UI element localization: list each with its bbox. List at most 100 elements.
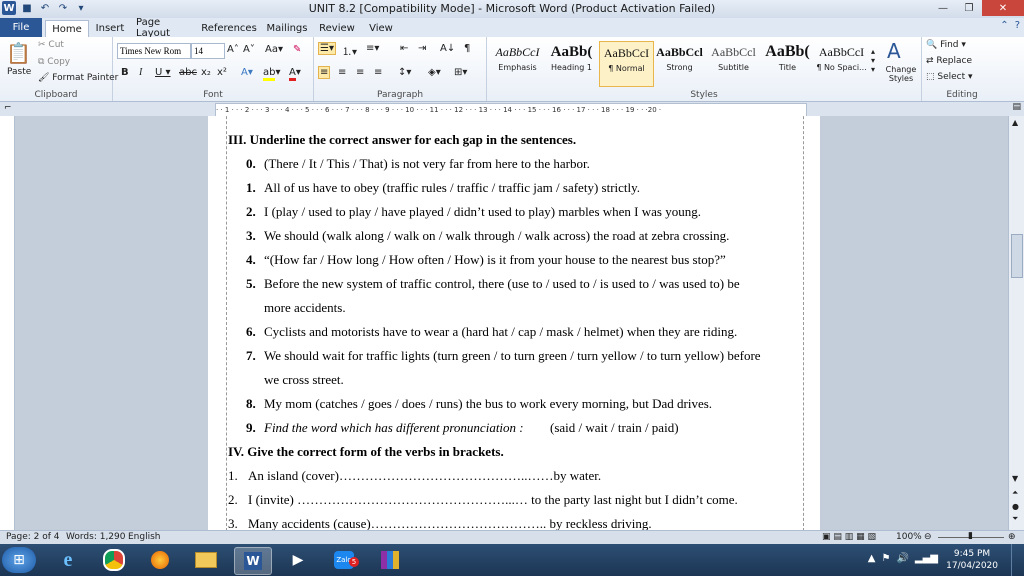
list-item: Cyclists and motorists have to wear a (h… bbox=[264, 324, 738, 339]
chrome-icon[interactable] bbox=[96, 547, 132, 573]
style-no-spacing[interactable]: AaBbCcI ¶ No Spaci... bbox=[815, 41, 868, 85]
subscript-icon[interactable]: x₂ bbox=[201, 67, 211, 78]
language[interactable]: English bbox=[128, 532, 161, 542]
replace-button[interactable]: ⇄ Replace bbox=[926, 56, 972, 66]
font-size-select[interactable]: 14 bbox=[191, 43, 225, 59]
decrease-indent-icon[interactable]: ⇤ bbox=[400, 43, 408, 54]
clock[interactable]: 9:45 PM 17/04/2020 bbox=[946, 548, 998, 572]
close-icon[interactable]: ✕ bbox=[982, 0, 1024, 16]
show-hidden-icons-icon[interactable]: ▲ bbox=[868, 553, 876, 564]
firefox-icon[interactable] bbox=[142, 547, 178, 573]
style-subtitle[interactable]: AaBbCcl Subtitle bbox=[707, 41, 760, 85]
tab-page-layout[interactable]: Page Layout bbox=[136, 17, 192, 39]
styles-scroll-icon[interactable]: ▴ ▾ ▾ bbox=[871, 47, 875, 74]
shrink-font-icon[interactable]: A˅ bbox=[243, 44, 255, 55]
align-center-icon[interactable]: ≡ bbox=[338, 67, 346, 78]
align-right-icon[interactable]: ≡ bbox=[356, 67, 364, 78]
next-page-icon[interactable]: ⏷ bbox=[1012, 514, 1018, 524]
select-browse-object-icon[interactable]: ● bbox=[1012, 502, 1019, 511]
document-page[interactable]: III. Underline the correct answer for ea… bbox=[208, 116, 820, 530]
style-normal[interactable]: AaBbCcI ¶ Normal bbox=[599, 41, 654, 87]
zoom-level[interactable]: 100% bbox=[896, 532, 922, 542]
bullets-icon[interactable]: ☰▾ bbox=[318, 42, 336, 55]
underline-icon[interactable]: U ▾ bbox=[155, 67, 171, 78]
zoom-slider-handle[interactable]: ▮ bbox=[968, 531, 973, 541]
style-heading-1[interactable]: AaBb(Heading 1 bbox=[545, 41, 598, 85]
start-button-icon[interactable]: ⊞ bbox=[2, 547, 36, 573]
network-icon[interactable]: ▂▄▆ bbox=[915, 553, 938, 564]
zoom-in-icon[interactable]: ⊕ bbox=[1008, 532, 1016, 542]
cut-button[interactable]: ✂ Cut bbox=[38, 40, 64, 50]
zalo-icon[interactable]: Zalo 5 bbox=[326, 547, 362, 573]
help-icon[interactable]: ? bbox=[1015, 20, 1020, 31]
tab-file[interactable]: File bbox=[0, 18, 42, 37]
superscript-icon[interactable]: x² bbox=[217, 67, 227, 78]
media-player-icon[interactable]: ▶ bbox=[280, 547, 316, 573]
font-group: Times New Rom 14 A˄ A˅ Aa▾ ✎ B I U ▾ abc… bbox=[113, 37, 314, 101]
internet-explorer-icon[interactable]: e bbox=[50, 547, 86, 573]
clear-formatting-icon[interactable]: ✎ bbox=[293, 44, 301, 55]
select-button[interactable]: ⬚ Select ▾ bbox=[926, 72, 973, 82]
minimize-icon[interactable]: — bbox=[930, 0, 956, 16]
paste-icon[interactable]: 📋 bbox=[6, 41, 31, 65]
bold-icon[interactable]: B bbox=[121, 67, 129, 78]
paste-button[interactable]: Paste bbox=[7, 67, 31, 77]
scroll-up-icon[interactable]: ▲ bbox=[1012, 118, 1018, 127]
multilevel-list-icon[interactable]: ≡▾ bbox=[366, 43, 379, 54]
status-bar: Page: 2 of 4 Words: 1,290 English ▣ ▤ ▥ … bbox=[0, 530, 1024, 545]
file-explorer-icon[interactable] bbox=[188, 547, 224, 573]
list-item: (There / It / This / That) is not very f… bbox=[264, 156, 590, 171]
tab-view[interactable]: View bbox=[364, 20, 398, 36]
previous-page-icon[interactable]: ⏶ bbox=[1012, 488, 1018, 498]
format-painter-button[interactable]: 🖌 Format Painter bbox=[38, 73, 118, 83]
tab-references[interactable]: References bbox=[201, 20, 257, 36]
list-item-instruction: Find the word which has different pronun… bbox=[264, 420, 524, 435]
show-formatting-icon[interactable]: ¶ bbox=[464, 43, 470, 54]
numbering-icon[interactable]: ⒈▾ bbox=[342, 43, 357, 58]
style-title[interactable]: AaBb(Title bbox=[761, 41, 814, 85]
list-item: My mom (catches / goes / does / runs) th… bbox=[264, 396, 713, 411]
view-ruler-icon[interactable]: ▤ bbox=[1012, 102, 1021, 112]
borders-icon[interactable]: ⊞▾ bbox=[454, 67, 467, 78]
change-styles-icon[interactable]: A bbox=[887, 39, 901, 63]
font-name-select[interactable]: Times New Rom bbox=[117, 43, 191, 59]
tab-selector-icon[interactable]: ⌐ bbox=[4, 103, 12, 113]
tab-mailings[interactable]: Mailings bbox=[264, 20, 310, 36]
winrar-icon[interactable] bbox=[372, 547, 408, 573]
maximize-icon[interactable]: ❐ bbox=[956, 0, 982, 16]
grow-font-icon[interactable]: A˄ bbox=[227, 44, 239, 55]
word-count[interactable]: Words: 1,290 bbox=[66, 532, 125, 542]
vertical-scrollbar[interactable]: ▲ ▼ ⏶ ● ⏷ bbox=[1008, 116, 1024, 530]
volume-icon[interactable]: 🔊 bbox=[896, 553, 908, 564]
shading-icon[interactable]: ◈▾ bbox=[428, 67, 441, 78]
align-left-icon[interactable]: ≡ bbox=[318, 66, 331, 79]
highlight-icon[interactable]: ab▾ bbox=[263, 67, 281, 81]
ruler-scale[interactable]: · · 1 · · · 2 · · · 3 · · · 4 · · · 5 · … bbox=[215, 103, 807, 117]
italic-icon[interactable]: I bbox=[139, 67, 142, 78]
style-strong[interactable]: AaBbCcl Strong bbox=[653, 41, 706, 85]
tab-home[interactable]: Home bbox=[45, 20, 89, 37]
sort-icon[interactable]: A↓ bbox=[440, 43, 455, 54]
increase-indent-icon[interactable]: ⇥ bbox=[418, 43, 426, 54]
copy-button[interactable]: ⧉ Copy bbox=[38, 57, 70, 67]
page-count[interactable]: Page: 2 of 4 bbox=[6, 532, 60, 542]
tab-insert[interactable]: Insert bbox=[92, 20, 128, 36]
strikethrough-icon[interactable]: abc bbox=[179, 67, 197, 78]
text-effects-icon[interactable]: A▾ bbox=[241, 67, 253, 78]
change-styles-button[interactable]: Change Styles bbox=[883, 65, 919, 83]
word-taskbar-icon[interactable]: W bbox=[234, 547, 272, 575]
find-button[interactable]: 🔍 Find ▾ bbox=[926, 40, 966, 50]
scroll-thumb[interactable] bbox=[1011, 234, 1023, 278]
zoom-out-icon[interactable]: ⊖ bbox=[924, 532, 932, 542]
show-desktop-button[interactable] bbox=[1011, 544, 1024, 576]
scroll-down-icon[interactable]: ▼ bbox=[1012, 474, 1018, 483]
view-buttons[interactable]: ▣ ▤ ▥ ▦ ▧ bbox=[822, 532, 876, 542]
minimize-ribbon-icon[interactable]: ⌃ bbox=[1000, 20, 1008, 31]
font-color-icon[interactable]: A▾ bbox=[289, 67, 301, 81]
justify-icon[interactable]: ≡ bbox=[374, 67, 382, 78]
style-emphasis[interactable]: AaBbCcI Emphasis bbox=[491, 41, 544, 85]
tab-review[interactable]: Review bbox=[318, 20, 356, 36]
line-spacing-icon[interactable]: ↕▾ bbox=[398, 67, 411, 78]
change-case-icon[interactable]: Aa▾ bbox=[265, 44, 283, 55]
flag-icon[interactable]: ⚑ bbox=[882, 553, 891, 564]
